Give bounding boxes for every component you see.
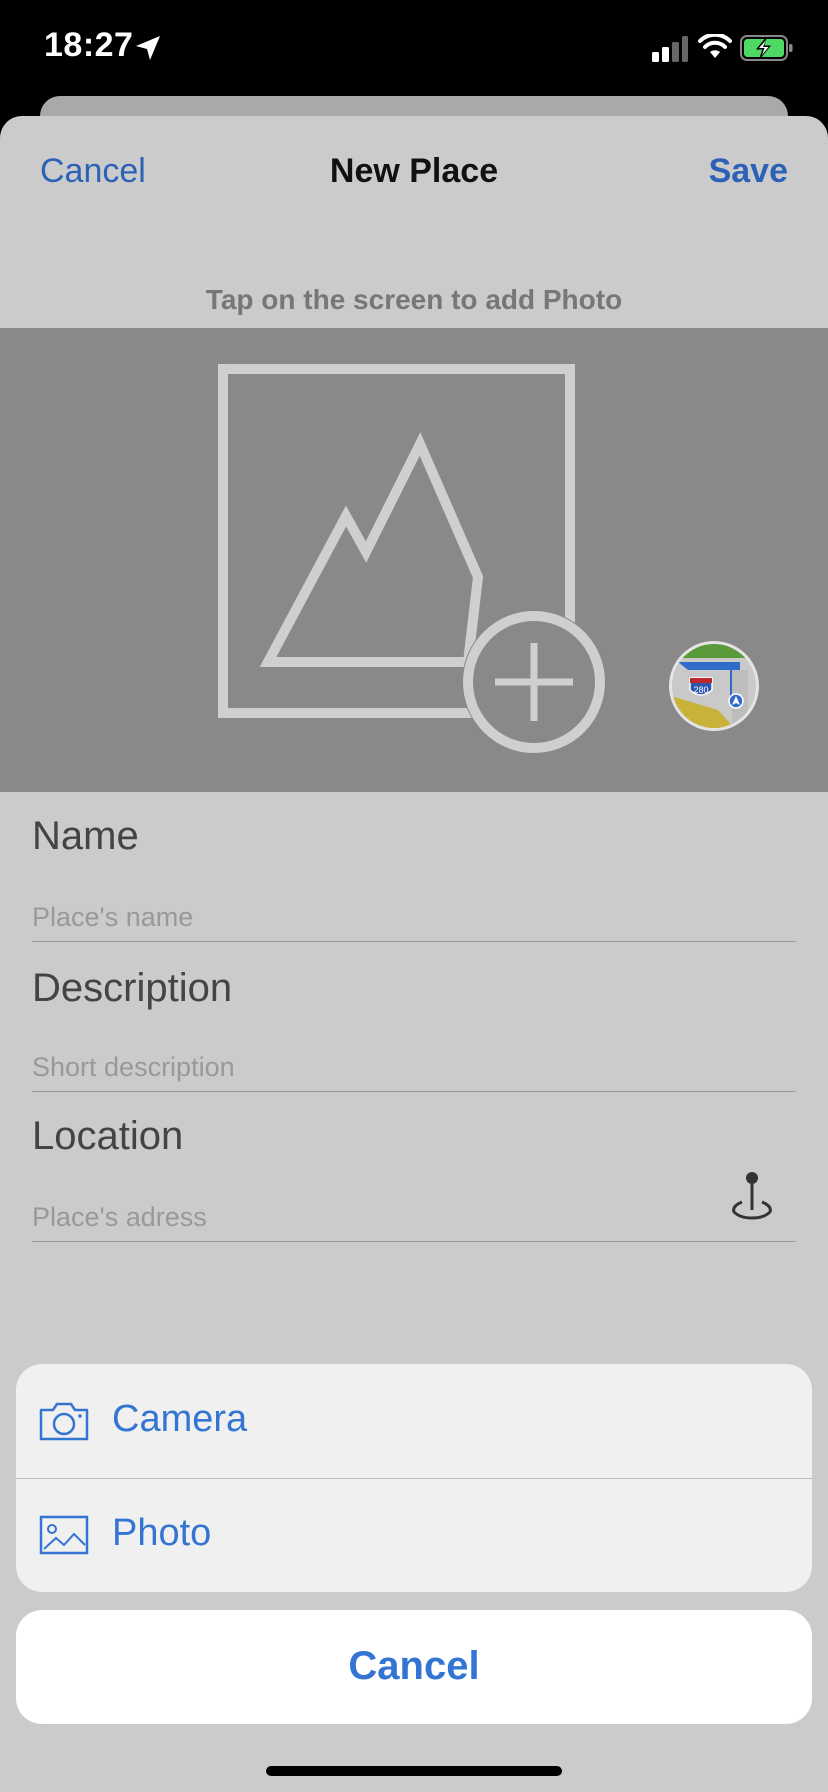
photo-source-action-sheet: Camera Photo xyxy=(16,1364,812,1592)
photo-hint: Tap on the screen to add Photo xyxy=(205,284,623,315)
location-field[interactable]: Place's adress xyxy=(32,1202,796,1242)
map-pin-icon[interactable] xyxy=(730,1170,774,1220)
photo-icon xyxy=(39,1515,89,1555)
add-photo-icon xyxy=(218,364,606,754)
signal-icon xyxy=(652,36,688,62)
description-field[interactable]: Short description xyxy=(32,1052,796,1092)
photo-picker-area[interactable]: 280 xyxy=(0,328,828,792)
status-bar: 18:27 xyxy=(0,0,828,96)
maps-badge-text: 280 xyxy=(693,685,708,695)
name-field[interactable]: Place's name xyxy=(32,902,796,942)
action-photo-label: Photo xyxy=(112,1512,212,1554)
location-label: Location xyxy=(32,1114,184,1158)
save-button[interactable]: Save xyxy=(709,152,788,191)
home-indicator[interactable] xyxy=(266,1766,562,1776)
description-label: Description xyxy=(32,966,233,1010)
action-sheet-cancel-button[interactable]: Cancel xyxy=(16,1610,812,1724)
wifi-icon xyxy=(698,34,732,58)
action-photo[interactable]: Photo xyxy=(16,1478,812,1592)
status-time: 18:27 xyxy=(44,26,134,64)
name-label: Name xyxy=(32,814,139,858)
action-cancel-label: Cancel xyxy=(348,1644,480,1688)
action-camera[interactable]: Camera xyxy=(16,1364,812,1478)
action-camera-label: Camera xyxy=(112,1398,248,1440)
location-arrow-icon xyxy=(136,36,160,60)
maps-icon[interactable]: 280 xyxy=(668,640,760,732)
camera-icon xyxy=(39,1402,89,1441)
battery-charging-icon xyxy=(740,35,793,61)
page-title: New Place xyxy=(329,152,499,190)
